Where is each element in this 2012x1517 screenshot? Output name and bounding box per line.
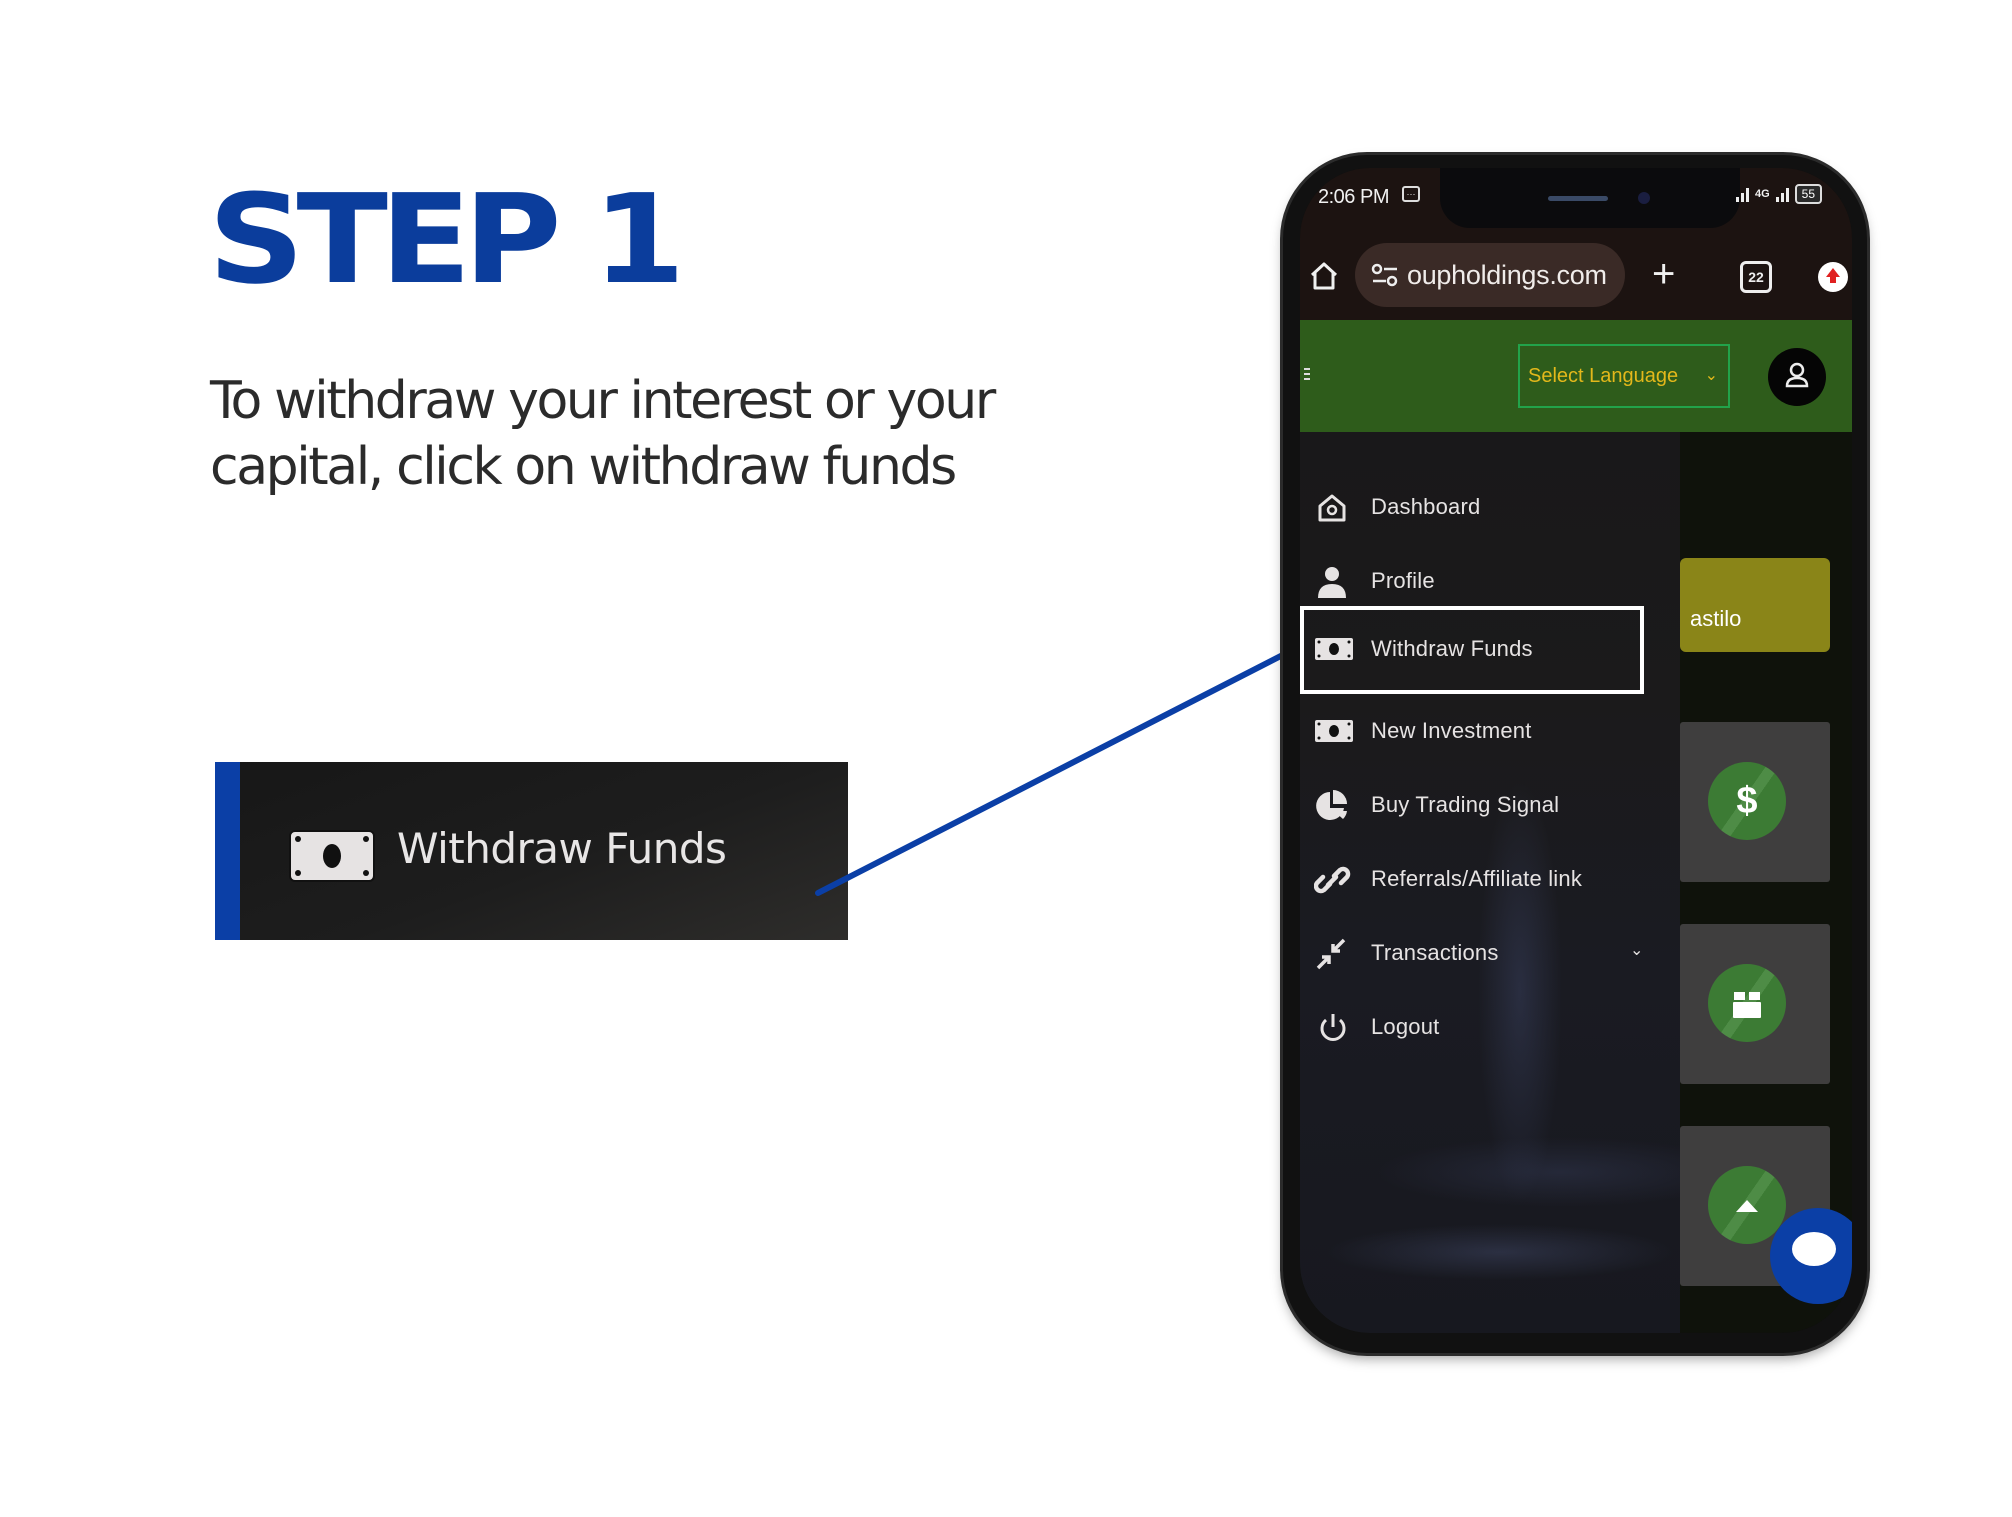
callout-accent-bar	[215, 762, 240, 940]
caret-up-icon	[1708, 1166, 1786, 1244]
user-name-text: astilo	[1690, 606, 1742, 631]
sidebar-item-logout[interactable]: Logout	[1300, 990, 1680, 1064]
network-type: 4G	[1754, 188, 1770, 200]
speaker-grille	[1548, 196, 1608, 201]
extension-icon[interactable]	[1818, 262, 1848, 292]
caret-glyph	[1736, 1200, 1758, 1212]
battery-icon: 55	[1794, 184, 1822, 204]
user-icon	[1785, 362, 1809, 388]
address-bar[interactable]: oupholdings.com	[1355, 243, 1625, 307]
tab-count-button[interactable]: 22	[1740, 261, 1772, 293]
new-tab-button[interactable]: +	[1652, 254, 1675, 294]
menu-toggle-icon[interactable]	[1304, 368, 1310, 382]
money-icon	[1315, 638, 1353, 660]
account-button[interactable]	[1768, 348, 1826, 406]
sidebar-item-label: Withdraw Funds	[1371, 636, 1533, 661]
step-title: STEP 1	[208, 167, 686, 312]
link-icon	[1314, 866, 1351, 894]
power-icon	[1320, 1014, 1346, 1041]
url-text: oupholdings.com	[1407, 260, 1607, 290]
status-time: 2:06 PM	[1318, 186, 1389, 208]
message-icon: ···	[1402, 186, 1420, 202]
sidebar-item-label: Logout	[1371, 1014, 1440, 1039]
user-icon	[1318, 567, 1346, 598]
phone-screen: 2:06 PM ··· 4G 55 oupholdings.com + 22 S…	[1300, 168, 1852, 1333]
signal-icon-2	[1775, 186, 1789, 202]
sidebar-item-label: Buy Trading Signal	[1371, 792, 1560, 817]
sidebar-item-label: Transactions	[1371, 940, 1499, 965]
home-icon	[1318, 494, 1346, 522]
box-glyph	[1733, 992, 1761, 1018]
signal-icon	[1735, 186, 1749, 202]
language-select-value: Select Language	[1528, 365, 1679, 387]
box-icon	[1708, 964, 1786, 1042]
chevron-down-icon[interactable]: ⌄	[1630, 940, 1643, 960]
status-bar: 2:06 PM ··· 4G 55	[1300, 168, 1852, 228]
sidebar-item-label: Referrals/Affiliate link	[1371, 866, 1583, 891]
phone-notch	[1440, 168, 1740, 228]
connector-stroke	[815, 638, 1313, 896]
sidebar-item-transactions[interactable]: Transactions ⌄	[1300, 916, 1680, 990]
compress-arrows-icon	[1316, 938, 1346, 970]
sidebar-item-withdraw-funds[interactable]: Withdraw Funds	[1300, 606, 1644, 694]
callout-withdraw-funds: Withdraw Funds	[215, 762, 848, 940]
sidebar-item-dashboard[interactable]: Dashboard	[1300, 470, 1680, 544]
pie-chart-icon	[1316, 790, 1347, 820]
instruction-line-2: capital, click on withdraw funds	[210, 437, 957, 497]
instructions: To withdraw your interest or your capita…	[210, 368, 1110, 500]
sidebar-item-label: New Investment	[1371, 718, 1532, 743]
sidebar-item-label: Dashboard	[1371, 494, 1481, 519]
stat-card-balance: $	[1680, 722, 1830, 882]
home-icon[interactable]	[1308, 260, 1340, 292]
front-camera	[1638, 192, 1650, 204]
sidebar-menu: Dashboard Profile Withdraw Funds New Inv…	[1300, 432, 1680, 1333]
sidebar-item-new-investment[interactable]: New Investment	[1300, 694, 1680, 768]
sidebar-item-referrals[interactable]: Referrals/Affiliate link	[1300, 842, 1680, 916]
chevron-down-icon: ⌄	[1704, 367, 1718, 384]
instruction-line-1: To withdraw your interest or your	[210, 371, 996, 431]
signal-indicators: 4G 55	[1735, 184, 1822, 204]
user-name-card: astilo	[1680, 558, 1830, 652]
money-icon	[1315, 720, 1353, 742]
money-icon	[289, 830, 375, 882]
language-select[interactable]: Select Language ⌄	[1518, 344, 1730, 408]
site-settings-icon[interactable]	[1371, 263, 1399, 287]
stat-card-investment	[1680, 924, 1830, 1084]
browser-toolbar: oupholdings.com + 22	[1300, 228, 1852, 320]
site-top-nav: Select Language ⌄	[1300, 320, 1852, 432]
dollar-icon: $	[1708, 762, 1786, 840]
sidebar-item-buy-trading-signal[interactable]: Buy Trading Signal	[1300, 768, 1680, 842]
sidebar-item-label: Profile	[1371, 568, 1435, 593]
callout-label: Withdraw Funds	[397, 824, 727, 873]
